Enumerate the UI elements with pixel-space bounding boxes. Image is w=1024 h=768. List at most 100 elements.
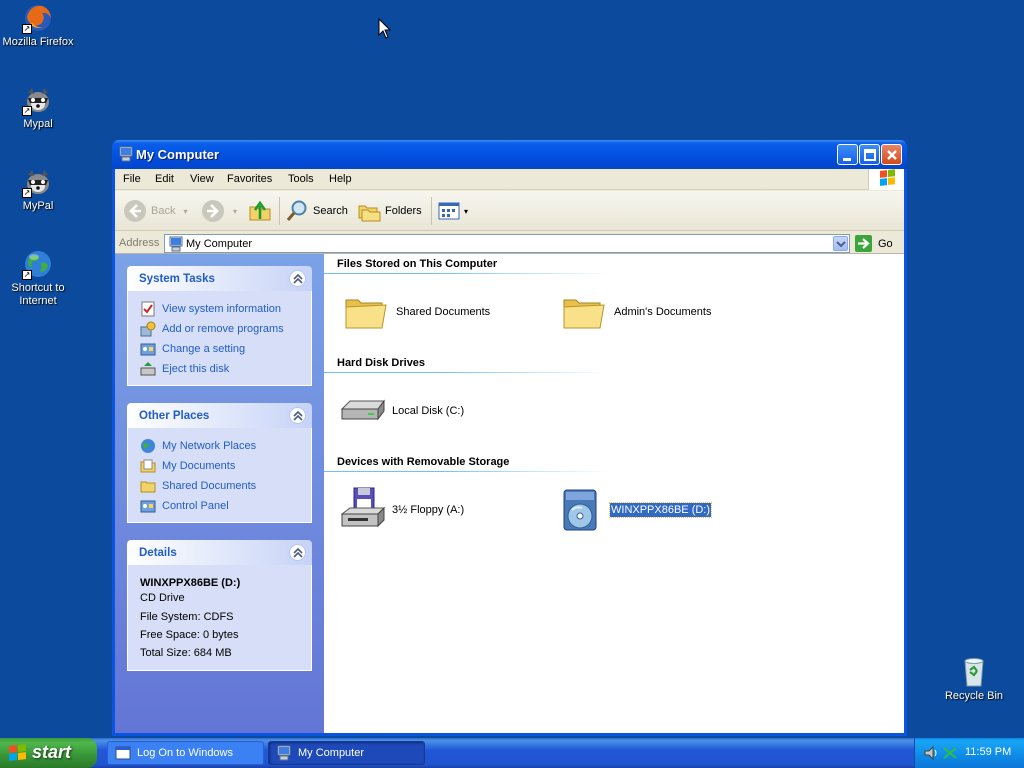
- group-divider: [324, 471, 609, 472]
- windows-logo-icon: [8, 744, 28, 765]
- menu-edit[interactable]: Edit: [155, 173, 174, 185]
- desktop-icon-label: Shortcut to Internet: [11, 282, 65, 307]
- system-tasks-header[interactable]: System Tasks: [127, 266, 312, 291]
- folder-icon: [342, 288, 390, 336]
- address-input[interactable]: My Computer: [164, 234, 850, 253]
- views-icon: [438, 202, 460, 220]
- computer-icon: [168, 236, 184, 255]
- search-button[interactable]: Search: [285, 197, 348, 225]
- forward-dropdown-icon[interactable]: ▾: [233, 207, 237, 216]
- tray-security-icon[interactable]: [942, 745, 958, 764]
- mypal-icon: ↗: [22, 166, 54, 198]
- menu-favorites[interactable]: Favorites: [227, 173, 272, 185]
- task-pane: System Tasks View system information Add…: [115, 254, 324, 733]
- other-places-body: My Network Places My Documents Shared Do…: [127, 428, 312, 523]
- forward-button[interactable]: ▾: [201, 197, 237, 225]
- task-add-remove-programs[interactable]: Add or remove programs: [140, 319, 311, 339]
- menu-bar: File Edit View Favorites Tools Help: [115, 169, 904, 190]
- desktop-icon-label: MyPal: [22, 200, 54, 212]
- place-shared-documents[interactable]: Shared Documents: [140, 476, 311, 496]
- group-divider: [324, 372, 609, 373]
- desktop-icon-internet-shortcut[interactable]: ↗ Shortcut to Internet: [0, 248, 76, 308]
- item-shared-documents[interactable]: Shared Documents: [342, 288, 490, 336]
- group-divider: [324, 273, 609, 274]
- system-info-icon: [141, 301, 155, 317]
- computer-icon: [118, 146, 134, 162]
- system-tray: 11:59 PM: [914, 738, 1024, 768]
- details-free-space: Free Space: 0 bytes: [140, 629, 239, 641]
- item-floppy-a[interactable]: 3½ Floppy (A:): [338, 486, 464, 534]
- desktop-icon-label: Mozilla Firefox: [2, 36, 74, 48]
- task-eject-disk[interactable]: Eject this disk: [140, 359, 311, 379]
- close-button[interactable]: [881, 144, 902, 165]
- collapse-chevron-icon[interactable]: [289, 544, 306, 561]
- other-places-panel: Other Places My Network Places My Docume…: [127, 403, 312, 523]
- item-local-disk-c[interactable]: Local Disk (C:): [338, 387, 464, 435]
- desktop-icon-mypal-1[interactable]: ↗ Mypal: [0, 84, 76, 131]
- address-value: My Computer: [186, 238, 253, 250]
- group-hard-disk-drives: Hard Disk Drives: [337, 357, 426, 369]
- address-dropdown-button[interactable]: [833, 236, 848, 251]
- taskbar-item-log-on[interactable]: Log On to Windows: [107, 741, 264, 765]
- desktop-icon-firefox[interactable]: ↗ Mozilla Firefox: [0, 2, 76, 49]
- menu-view[interactable]: View: [190, 173, 214, 185]
- minimize-button[interactable]: [837, 144, 858, 165]
- tray-speaker-icon[interactable]: [923, 745, 939, 764]
- menu-file[interactable]: File: [123, 173, 141, 185]
- views-button[interactable]: ▾: [437, 197, 468, 225]
- item-cd-drive-d[interactable]: WINXPPX86BE (D:): [556, 486, 713, 534]
- task-change-setting[interactable]: Change a setting: [140, 339, 311, 359]
- back-dropdown-icon[interactable]: ▾: [183, 207, 187, 216]
- computer-icon: [277, 745, 291, 761]
- folders-button[interactable]: Folders: [357, 197, 422, 225]
- menu-help[interactable]: Help: [329, 173, 352, 185]
- maximize-button[interactable]: [859, 144, 880, 165]
- details-panel: Details WINXPPX86BE (D:) CD Drive File S…: [127, 540, 312, 671]
- place-my-documents[interactable]: My Documents: [140, 456, 311, 476]
- desktop-icon-label: Recycle Bin: [944, 690, 1004, 702]
- up-folder-icon: [249, 200, 271, 221]
- windows-logo-icon: [868, 169, 904, 190]
- desktop-icon-mypal-2[interactable]: ↗ MyPal: [0, 166, 76, 213]
- toolbar-separator: [431, 197, 432, 225]
- control-panel-icon: [140, 343, 156, 356]
- item-cd-drive-label-selected: WINXPPX86BE (D:): [608, 502, 713, 518]
- window-title: My Computer: [136, 147, 220, 162]
- folders-icon: [358, 205, 381, 222]
- address-bar: Address My Computer Go: [115, 232, 904, 254]
- up-folder-button[interactable]: [248, 197, 272, 225]
- mypal-icon: ↗: [22, 84, 54, 116]
- go-button[interactable]: Go: [854, 234, 893, 253]
- desktop-icon-recycle-bin[interactable]: Recycle Bin: [936, 656, 1012, 703]
- my-documents-icon: [140, 459, 156, 473]
- details-body: WINXPPX86BE (D:) CD Drive File System: C…: [127, 565, 312, 671]
- address-label: Address: [119, 237, 160, 249]
- eject-disk-icon: [140, 362, 156, 376]
- task-view-system-info[interactable]: View system information: [140, 299, 311, 319]
- window-icon: [115, 746, 131, 760]
- system-tasks-panel: System Tasks View system information Add…: [127, 266, 312, 386]
- desktop: ↗ Mozilla Firefox ↗ Mypal ↗ MyPal ↗ Shor…: [0, 0, 1024, 738]
- firefox-icon: ↗: [22, 2, 54, 34]
- taskbar-clock[interactable]: 11:59 PM: [965, 746, 1011, 758]
- menu-tools[interactable]: Tools: [288, 173, 314, 185]
- start-button[interactable]: start: [0, 738, 97, 768]
- other-places-header[interactable]: Other Places: [127, 403, 312, 428]
- toolbar-separator: [279, 197, 280, 225]
- place-my-network-places[interactable]: My Network Places: [140, 436, 311, 456]
- content-pane: Files Stored on This Computer Shared Doc…: [324, 254, 904, 733]
- group-files-stored: Files Stored on This Computer: [337, 258, 498, 270]
- add-remove-programs-icon: [140, 321, 156, 337]
- forward-arrow-icon: [202, 200, 224, 222]
- details-type: CD Drive: [140, 592, 185, 604]
- collapse-chevron-icon[interactable]: [289, 270, 306, 287]
- title-bar[interactable]: My Computer: [112, 140, 907, 169]
- back-button[interactable]: Back ▾: [123, 197, 187, 225]
- search-icon: [286, 200, 307, 221]
- details-header[interactable]: Details: [127, 540, 312, 565]
- place-control-panel[interactable]: Control Panel: [140, 496, 311, 516]
- item-admins-documents[interactable]: Admin's Documents: [560, 288, 711, 336]
- collapse-chevron-icon[interactable]: [289, 407, 306, 424]
- taskbar-item-my-computer[interactable]: My Computer: [268, 741, 425, 765]
- views-dropdown-icon[interactable]: ▾: [464, 207, 468, 216]
